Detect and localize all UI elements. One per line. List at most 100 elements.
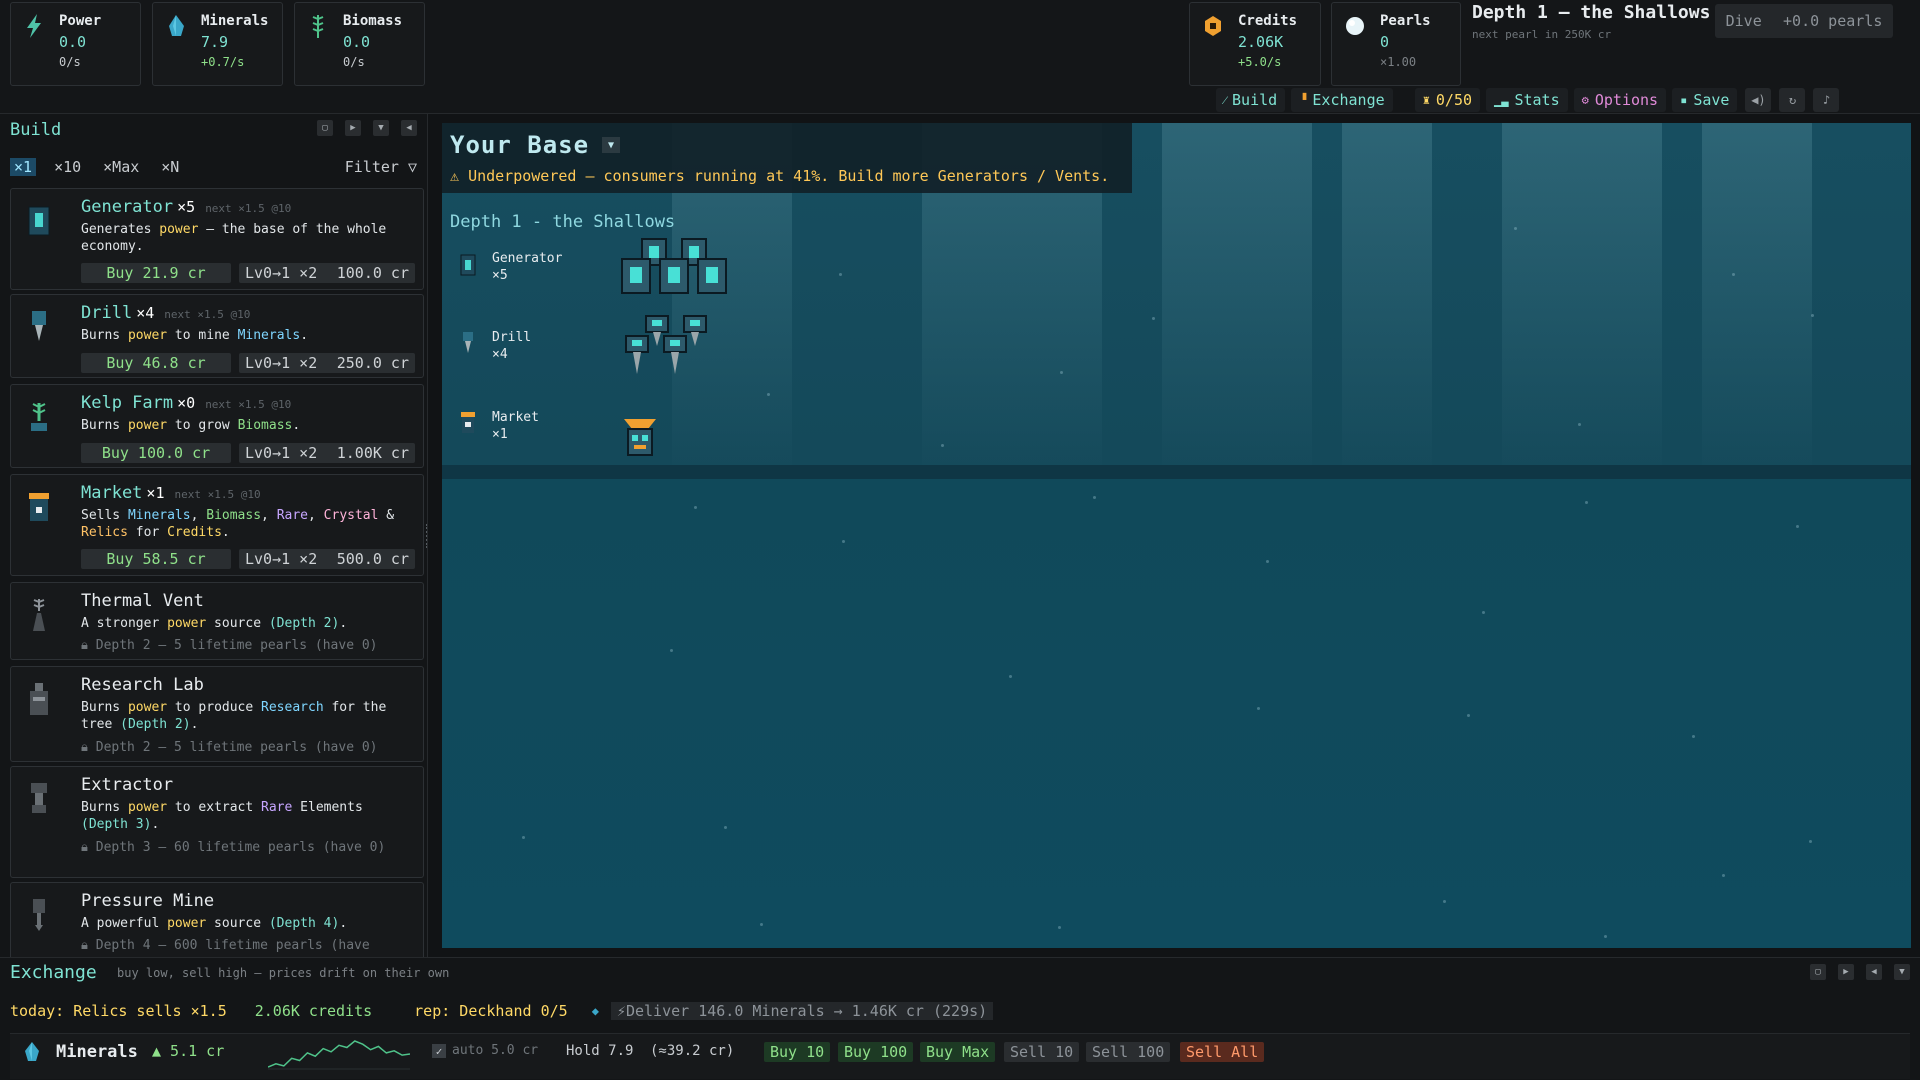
upgrade-button[interactable]: Lv0→1 ×2 250.0 cr xyxy=(239,353,415,373)
seafloor xyxy=(442,479,1911,948)
sell-all-button[interactable]: Sell All xyxy=(1180,1042,1265,1062)
daily-bonus: today: Relics sells ×1.5 xyxy=(10,1002,227,1020)
buy-10-button[interactable]: Buy 10 xyxy=(764,1042,831,1062)
bubble xyxy=(670,649,673,652)
bubble xyxy=(1514,227,1517,230)
resource-rate: +0.7/s xyxy=(201,55,245,69)
achievements-label: 0/50 xyxy=(1435,91,1473,109)
price-sparkline xyxy=(268,1040,410,1070)
buy-100-button[interactable]: Buy 100 xyxy=(838,1042,914,1062)
buy-max-button[interactable]: Buy Max xyxy=(920,1042,996,1062)
bubble xyxy=(694,506,697,509)
auto-sell-threshold: auto 5.0 cr xyxy=(452,1043,539,1058)
base-title: Your Base xyxy=(450,131,590,159)
upgrade-button[interactable]: Lv0→1 ×2 1.00K cr xyxy=(239,443,415,463)
qty-xmax[interactable]: ×Max xyxy=(99,158,143,176)
music-icon[interactable]: ♪ xyxy=(1813,88,1840,112)
resource-label: Minerals xyxy=(201,13,269,29)
resource-value: 2.06K xyxy=(1238,33,1284,51)
light-ray xyxy=(1502,123,1662,483)
exchange-tab-label: Exchange xyxy=(1312,91,1385,109)
maximize-icon[interactable]: ▢ xyxy=(1810,964,1826,980)
depth-zone-label: Depth 1 - the Shallows xyxy=(450,212,676,232)
sell-100-button[interactable]: Sell 100 xyxy=(1086,1042,1171,1062)
resource-rate: ×1.00 xyxy=(1380,55,1417,69)
upgrade-button[interactable]: Lv0→1 ×2 100.0 cr xyxy=(239,263,415,283)
auto-sell-checkbox[interactable]: ✓ xyxy=(432,1044,446,1058)
drill-icon xyxy=(32,311,46,341)
building-count: ×1 xyxy=(146,484,165,502)
building-name: Market ×1 next ×1.5 @10 xyxy=(81,483,261,503)
sell-10-button[interactable]: Sell 10 xyxy=(1004,1042,1080,1062)
dive-label: Dive xyxy=(1725,12,1762,30)
building-count: ×5 xyxy=(177,198,196,216)
options-button[interactable]: ⚙ Options xyxy=(1573,88,1667,112)
lock-icon: 🔒︎ xyxy=(81,840,96,855)
bubble xyxy=(522,836,525,839)
build-card-kelp-farm: Kelp Farm ×0 next ×1.5 @10 Burns power to … xyxy=(10,384,424,468)
game-viewport[interactable] xyxy=(442,123,1911,948)
chevron-down-icon[interactable]: ▼ xyxy=(602,137,620,153)
exchange-info-row: today: Relics sells ×1.5 2.06K credits r… xyxy=(10,1002,994,1020)
building-count: ×0 xyxy=(177,394,196,412)
buy-button[interactable]: Buy 58.5 cr xyxy=(81,549,231,569)
drill-sprites[interactable] xyxy=(624,314,714,380)
dive-button[interactable]: Dive +0.0 pearls xyxy=(1715,4,1893,38)
bubble xyxy=(1809,840,1812,843)
maximize-icon[interactable]: ▢ xyxy=(317,120,333,136)
lightning-icon xyxy=(27,14,41,38)
achievements-button[interactable]: ♜ 0/50 xyxy=(1414,88,1481,112)
buy-button[interactable]: Buy 46.8 cr xyxy=(81,353,231,373)
upgrade-button[interactable]: Lv0→1 ×2 500.0 cr xyxy=(239,549,415,569)
build-card-research-lab: Research Lab Burns power to produce Rese… xyxy=(10,666,424,762)
panel-resize-handle[interactable] xyxy=(426,524,427,548)
structure-label-generator: Generator ×5 xyxy=(492,251,563,283)
bubble xyxy=(1058,926,1061,929)
sound-icon[interactable]: ◀) xyxy=(1745,88,1772,112)
play-icon[interactable]: ▶ xyxy=(345,120,361,136)
buy-button[interactable]: Buy 100.0 cr xyxy=(81,443,231,463)
collapse-left-icon[interactable]: ◀ xyxy=(401,120,417,136)
chevron-down-icon[interactable]: ▼ xyxy=(373,120,389,136)
filter-button[interactable]: Filter ▽ xyxy=(345,158,417,176)
build-tab-button[interactable]: ⁄ Build xyxy=(1216,88,1286,112)
qty-x10[interactable]: ×10 xyxy=(50,158,85,176)
qty-xn[interactable]: ×N xyxy=(157,158,183,176)
market-sprite[interactable] xyxy=(622,417,658,457)
pearl-icon xyxy=(1346,17,1364,35)
stats-button[interactable]: ▁▃ Stats xyxy=(1486,88,1568,112)
refresh-icon[interactable]: ↻ xyxy=(1779,88,1806,112)
resource-value: 0 xyxy=(1380,33,1390,51)
generator-icon xyxy=(28,206,50,236)
qty-x1[interactable]: ×1 xyxy=(10,158,37,176)
next-cost-info: next ×1.5 @10 xyxy=(164,308,251,321)
exchange-tab-button[interactable]: ▝ Exchange xyxy=(1291,88,1393,112)
reputation: rep: Deckhand 0/5 xyxy=(414,1002,568,1020)
market-icon xyxy=(461,412,475,433)
buy-button[interactable]: Buy 21.9 cr xyxy=(81,263,231,283)
bubble xyxy=(1811,314,1814,317)
building-name: Research Lab xyxy=(81,675,204,695)
collapse-left-icon[interactable]: ◀ xyxy=(1866,964,1882,980)
save-label: Save xyxy=(1693,91,1730,109)
build-card-market: Market ×1 next ×1.5 @10 Sells Minerals, Bi… xyxy=(10,474,424,576)
chevron-down-icon[interactable]: ▼ xyxy=(1894,964,1910,980)
thermal-vent-icon xyxy=(33,599,45,631)
bar-chart-icon: ▁▃ xyxy=(1494,93,1509,107)
building-description: Burns power to grow Biomass. xyxy=(81,418,301,433)
unlock-requirement: 🔒︎ Depth 3 — 60 lifetime pearls (have 0) xyxy=(81,840,386,855)
seafloor-divider xyxy=(442,465,1911,479)
extractor-icon xyxy=(31,783,47,813)
bubble xyxy=(1152,317,1155,320)
bubble xyxy=(1266,560,1269,563)
save-button[interactable]: ▪ Save xyxy=(1672,88,1738,112)
unlock-requirement: 🔒︎ Depth 2 — 5 lifetime pearls (have 0) xyxy=(81,740,378,755)
resource-pearls: Pearls 0 ×1.00 xyxy=(1331,2,1461,86)
bubble xyxy=(1722,874,1725,877)
panel-controls: ▢ ▶ ▼ ◀ xyxy=(317,120,417,136)
building-name: Generator ×5 next ×1.5 @10 xyxy=(81,197,292,217)
trade-price: ▲ 5.1 cr xyxy=(152,1042,225,1060)
play-icon[interactable]: ▶ xyxy=(1838,964,1854,980)
generator-sprites[interactable] xyxy=(620,235,730,299)
deliver-contract-button[interactable]: ⚡Deliver 146.0 Minerals → 1.46K cr (229s… xyxy=(610,1002,994,1020)
